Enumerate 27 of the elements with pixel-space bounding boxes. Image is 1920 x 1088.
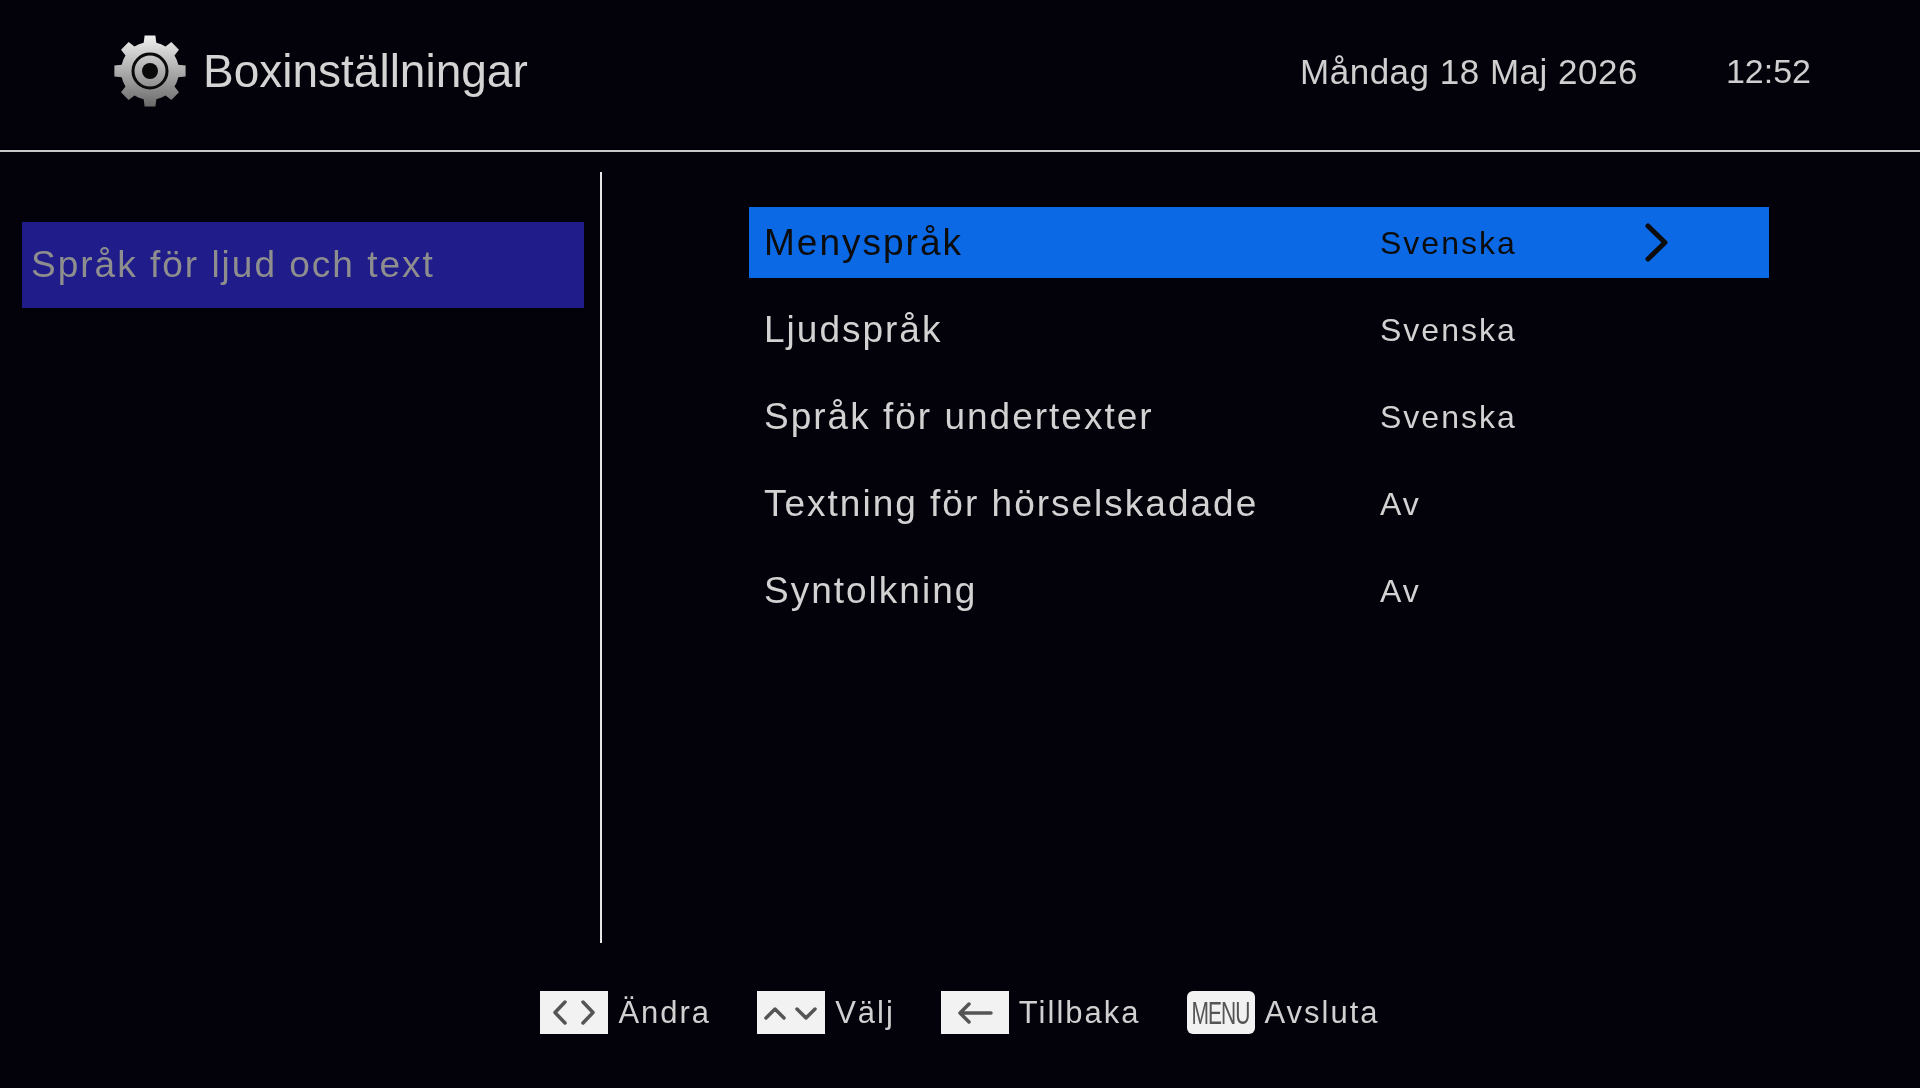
- sidebar-item[interactable]: Språk för ljud och text: [22, 222, 584, 308]
- setting-value: Svenska: [1380, 400, 1518, 433]
- setting-label: Ljudspråk: [764, 311, 944, 348]
- date-label: Måndag 18 Maj 2026: [1300, 53, 1638, 89]
- left-right-chevrons-icon: [540, 991, 609, 1034]
- up-down-chevrons-icon: [757, 991, 826, 1034]
- settings-row[interactable]: Menyspråk Svenska: [749, 207, 1769, 278]
- setting-label: Språk för undertexter: [764, 398, 1155, 435]
- hint-label: Avsluta: [1264, 997, 1380, 1028]
- hint-label: Tillbaka: [1018, 997, 1141, 1028]
- setting-value: Svenska: [1380, 313, 1518, 346]
- settings-row[interactable]: Syntolkning Av: [749, 555, 1769, 626]
- chevron-right-icon: [1645, 223, 1669, 262]
- time-label: 12:52: [1725, 54, 1811, 88]
- settings-row[interactable]: Ljudspråk Svenska: [749, 294, 1769, 365]
- hint-label: Ändra: [618, 997, 712, 1028]
- menu-key: MENU: [1186, 991, 1255, 1034]
- setting-label: Syntolkning: [764, 572, 979, 609]
- setting-value: Av: [1380, 574, 1422, 607]
- gear-icon: [113, 34, 187, 108]
- setting-label: Menyspråk: [764, 224, 964, 261]
- setting-value: Svenska: [1380, 226, 1518, 259]
- setting-label: Textning för hörselskadade: [764, 485, 1260, 522]
- hint-label: Välj: [835, 997, 895, 1028]
- setting-value: Av: [1380, 487, 1422, 520]
- settings-row[interactable]: Textning för hörselskadade Av: [749, 468, 1769, 539]
- settings-row[interactable]: Språk för undertexter Svenska: [749, 381, 1769, 452]
